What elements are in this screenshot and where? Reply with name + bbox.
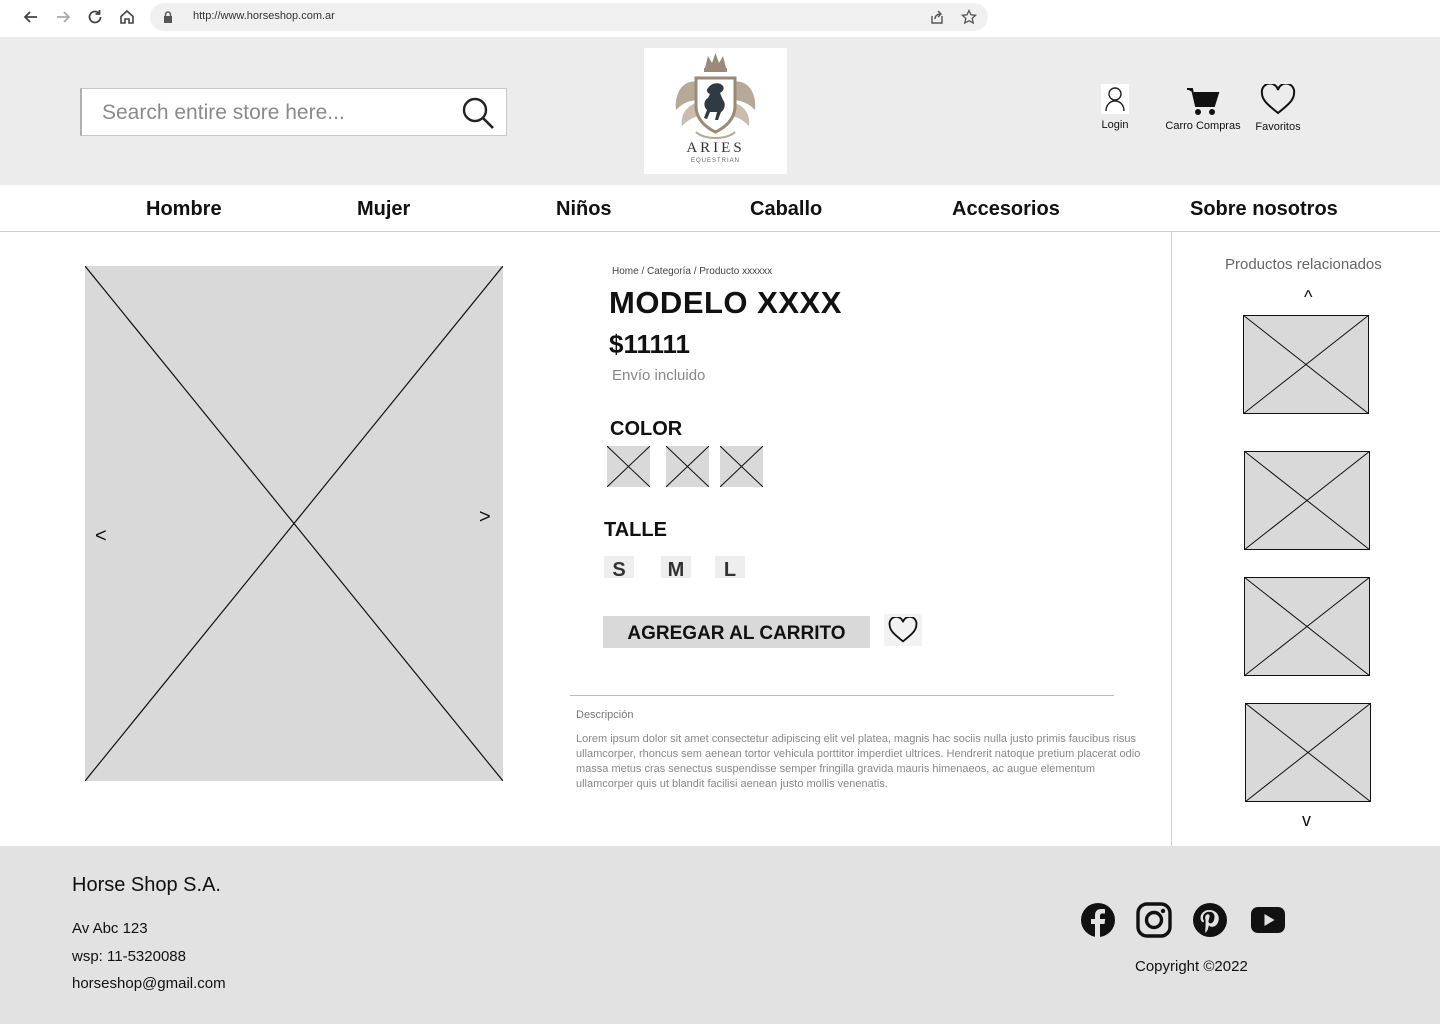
related-scroll-up-button[interactable]: ^ <box>1304 287 1312 308</box>
size-option-m[interactable]: M <box>661 556 691 578</box>
heart-icon <box>1260 84 1296 116</box>
search-input[interactable] <box>102 98 452 128</box>
search-icon[interactable] <box>460 95 496 131</box>
footer-copyright: Copyright ©2022 <box>1135 958 1248 975</box>
footer-email[interactable]: horseshop@gmail.com <box>72 975 226 992</box>
brand-logo[interactable]: ARIES EQUESTRIAN <box>644 48 787 174</box>
description-label: Descripción <box>576 709 634 721</box>
gallery-prev-button[interactable]: < <box>95 525 107 548</box>
browser-toolbar: http://www.horseshop.com.ar <box>0 0 1440 37</box>
logo-text: ARIES <box>686 140 744 156</box>
youtube-icon[interactable] <box>1250 902 1286 938</box>
related-product-thumbnail[interactable] <box>1243 315 1369 414</box>
color-swatch[interactable] <box>666 446 709 487</box>
bookmark-star-icon[interactable] <box>961 9 977 25</box>
reload-icon[interactable] <box>84 6 106 28</box>
footer-address: Av Abc 123 <box>72 920 148 937</box>
nav-item-hombre[interactable]: Hombre <box>146 198 222 221</box>
related-products-title: Productos relacionados <box>1225 256 1382 273</box>
add-to-cart-button[interactable]: AGREGAR AL CARRITO <box>603 616 870 648</box>
section-divider <box>570 695 1114 696</box>
breadcrumb[interactable]: Home / Categoría / Producto xxxxxx <box>612 266 772 277</box>
facebook-icon[interactable] <box>1080 902 1116 938</box>
add-to-favorites-button[interactable] <box>884 614 922 646</box>
back-icon[interactable] <box>20 6 42 28</box>
cart-button[interactable]: Carro Compras <box>1162 86 1244 132</box>
instagram-icon[interactable] <box>1136 902 1172 938</box>
product-price: $11111 <box>609 329 691 359</box>
product-description: Lorem ipsum dolor sit amet consectetur a… <box>576 733 1141 790</box>
nav-item-sobre-nosotros[interactable]: Sobre nosotros <box>1190 198 1338 221</box>
size-label: TALLE <box>604 519 667 541</box>
nav-item-mujer[interactable]: Mujer <box>357 198 410 221</box>
color-label: COLOR <box>610 418 683 440</box>
related-product-thumbnail[interactable] <box>1244 577 1370 676</box>
related-product-thumbnail[interactable] <box>1245 703 1371 802</box>
nav-item-caballo[interactable]: Caballo <box>750 198 822 221</box>
size-option-l[interactable]: L <box>715 556 745 578</box>
favorites-label: Favoritos <box>1255 121 1301 133</box>
share-icon[interactable] <box>929 9 945 25</box>
forward-icon[interactable] <box>52 6 74 28</box>
heart-icon <box>888 616 918 643</box>
size-option-s[interactable]: S <box>604 556 634 578</box>
color-swatch[interactable] <box>720 446 763 487</box>
user-icon <box>1101 84 1129 114</box>
login-button[interactable]: Login <box>1095 84 1135 131</box>
logo-subtext: EQUESTRIAN <box>691 158 740 164</box>
related-scroll-down-button[interactable]: v <box>1302 810 1311 831</box>
home-icon[interactable] <box>116 6 138 28</box>
address-bar[interactable]: http://www.horseshop.com.ar <box>150 3 988 31</box>
related-product-thumbnail[interactable] <box>1244 451 1370 550</box>
favorites-button[interactable]: Favoritos <box>1250 84 1306 133</box>
nav-item-accesorios[interactable]: Accesorios <box>952 198 1060 221</box>
footer-company-name: Horse Shop S.A. <box>72 874 221 896</box>
main-navigation: Hombre Mujer Niños Caballo Accesorios So… <box>0 185 1440 232</box>
search-box <box>80 88 507 136</box>
nav-item-ninos[interactable]: Niños <box>556 198 612 221</box>
url-text: http://www.horseshop.com.ar <box>193 10 335 22</box>
pinterest-icon[interactable] <box>1192 902 1228 938</box>
product-title: MODELO XXXX <box>609 285 842 320</box>
site-header: ARIES EQUESTRIAN Login Carro Compras Fav… <box>0 37 1440 185</box>
gallery-next-button[interactable]: > <box>479 506 491 529</box>
product-image <box>85 266 503 781</box>
shipping-note: Envío incluido <box>612 367 706 384</box>
aries-crest-icon: ARIES EQUESTRIAN <box>675 53 756 164</box>
color-swatch[interactable] <box>607 446 650 487</box>
login-label: Login <box>1101 119 1129 131</box>
image-placeholder-icon <box>85 266 503 781</box>
footer-phone: wsp: 11-5320088 <box>72 948 186 965</box>
shopping-cart-icon <box>1186 86 1220 116</box>
lock-icon <box>162 11 174 23</box>
cart-label: Carro Compras <box>1165 120 1241 132</box>
